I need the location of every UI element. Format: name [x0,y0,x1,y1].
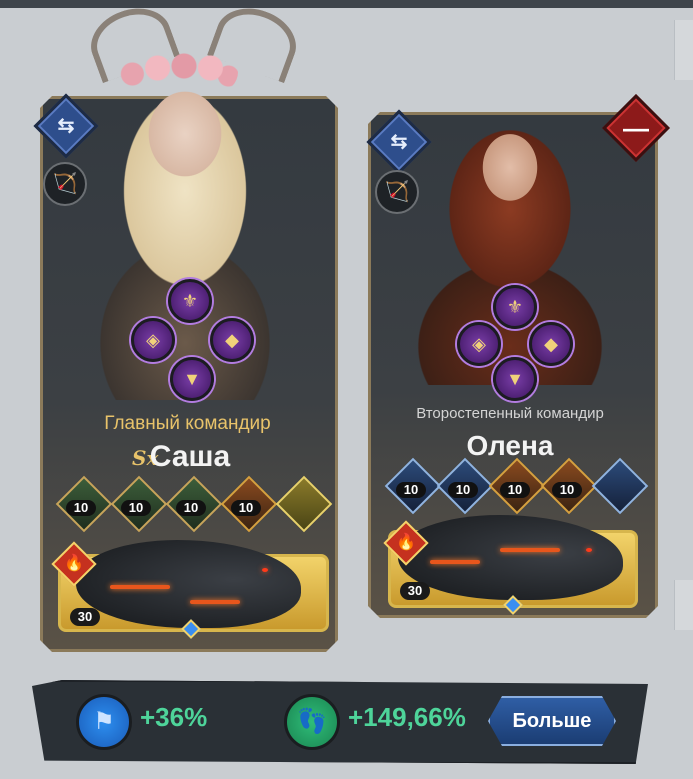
minus-icon: — [623,113,649,143]
equipment-armor-slot[interactable]: ◆ [529,322,573,366]
more-button[interactable]: Больше [488,696,616,746]
swap-icon: ⇆ [390,131,408,153]
skill-level-3: 10 [500,482,530,498]
equipment-helmet-slot[interactable]: ⚜ [168,279,212,323]
wolf-eye [262,568,268,572]
equipment-boots-slot[interactable]: ▼ [170,357,214,401]
swap-icon: ⇆ [57,115,75,137]
top-frame [0,0,693,8]
skill-level-1: 10 [396,482,426,498]
archer-class-icon: 🏹 [375,170,419,214]
skill-level-1: 10 [66,500,96,516]
lava-crack [190,600,240,604]
skill-level-4: 10 [231,500,261,516]
archer-class-icon: 🏹 [43,162,87,206]
secondary-pet-level: 30 [400,582,430,600]
main-commander-name: Саша [149,440,231,473]
equipment-weapon-slot[interactable]: ◈ [131,318,175,362]
equipment-armor-slot[interactable]: ◆ [210,318,254,362]
side-panel-edge [674,20,693,80]
speed-bonus-value: +149,66% [348,702,466,732]
secondary-commander-rank: Второстепенный командир [416,405,604,422]
boar-eye [586,548,592,552]
main-commander-rank: Главный командир [104,413,271,434]
fire-icon: 🔥 [64,555,84,572]
flag-icon: ⚑ [76,694,132,750]
skill-level-2: 10 [121,500,151,516]
side-panel-edge-lower [674,580,693,630]
equipment-helmet-slot[interactable]: ⚜ [493,285,537,329]
lava-crack [430,560,480,564]
footprint-icon: 👣 [284,694,340,750]
equipment-boots-slot[interactable]: ▼ [493,357,537,401]
secondary-commander-name: Олена [466,430,554,461]
march-bonus-value: +36% [140,702,208,732]
lava-crack [110,585,170,589]
main-pet-level: 30 [70,608,100,626]
flower-crown-decoration [118,52,238,92]
equipment-weapon-slot[interactable]: ◈ [457,322,501,366]
fire-icon: 🔥 [396,534,416,551]
skill-level-2: 10 [448,482,478,498]
skill-level-4: 10 [552,482,582,498]
lava-crack [500,548,560,552]
secondary-commander-portrait [385,65,635,385]
skill-level-3: 10 [176,500,206,516]
